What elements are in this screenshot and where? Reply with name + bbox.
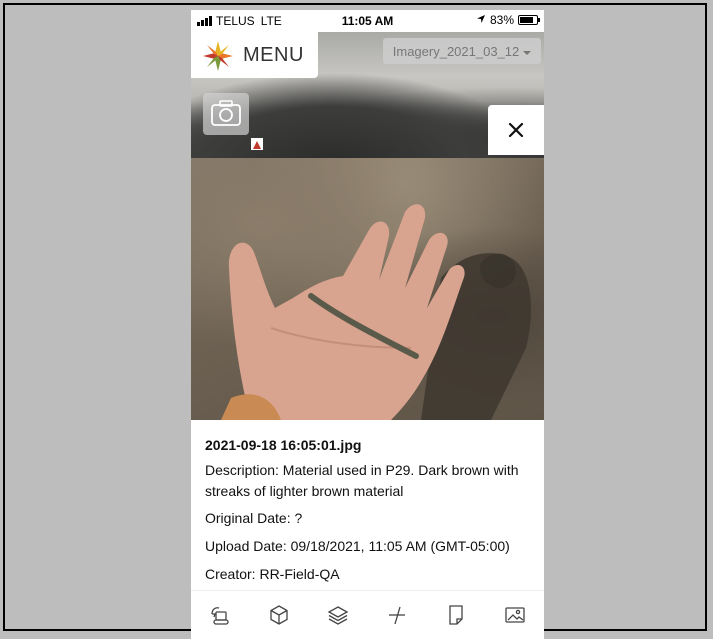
map-marker-icon[interactable] [251,138,263,150]
camera-button[interactable] [203,93,249,135]
excavator-button[interactable] [203,598,237,632]
battery-icon [518,15,540,25]
camera-icon [211,100,241,126]
image-icon [504,607,525,623]
battery-percent: 83% [489,13,514,27]
image-button[interactable] [498,598,532,632]
3d-model-button[interactable] [262,598,296,632]
hand-photo-illustration [221,204,531,420]
photo-image[interactable] [191,158,544,420]
layers-button[interactable] [321,598,355,632]
menu-label: MENU [243,44,304,66]
close-button[interactable] [488,105,544,155]
measure-button[interactable] [380,598,414,632]
photo-filename: 2021-09-18 16:05:01.jpg [205,437,362,453]
close-icon [508,122,524,138]
measure-icon [388,606,405,625]
photo-creator: Creator: RR-Field-QA [205,566,340,582]
excavator-icon [211,607,230,625]
layers-icon [327,606,349,625]
document-button[interactable] [439,598,473,632]
photo-description: Description: Material used in P29. Dark … [205,462,519,499]
photo-details: 2021-09-18 16:05:01.jpg Description: Mat… [191,420,544,590]
imagery-label: Imagery_2021_03_12 [392,43,520,59]
photo-upload-date: Upload Date: 09/18/2021, 11:05 AM (GMT-0… [205,538,510,554]
document-icon [449,605,463,625]
phone-screen: TELUS LTE 11:05 AM 83% MENU Imagery_2021… [191,10,544,639]
photo-original-date: Original Date: ? [205,510,303,526]
menu-button[interactable]: MENU [191,32,318,78]
imagery-selector[interactable]: Imagery_2021_03_12 [383,38,541,64]
cube-icon [270,605,288,625]
bottom-toolbar [191,590,544,639]
location-arrow-icon [476,13,486,27]
app-logo-icon [203,41,233,71]
screenshot-frame: TELUS LTE 11:05 AM 83% MENU Imagery_2021… [3,3,707,639]
battery-info: 83% [476,13,540,27]
chevron-down-icon [523,44,532,59]
status-bar: TELUS LTE 11:05 AM 83% [191,10,544,32]
